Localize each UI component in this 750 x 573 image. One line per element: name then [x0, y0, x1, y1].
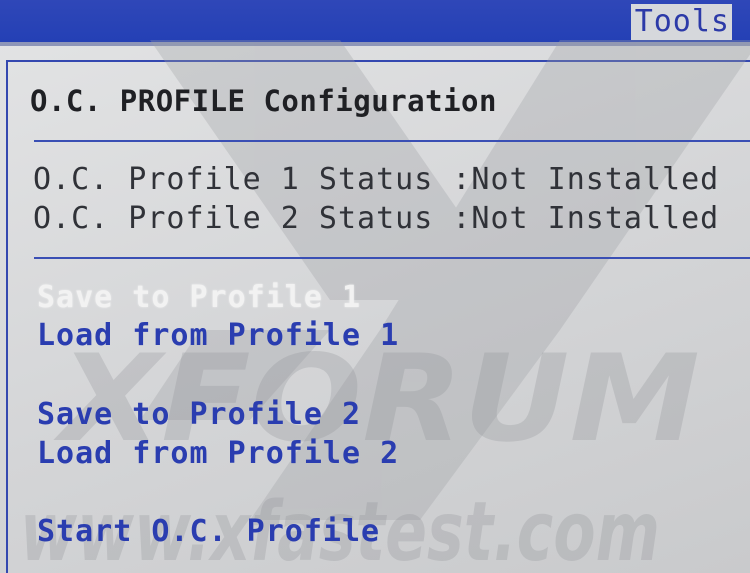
- section-divider: [34, 140, 750, 142]
- load-from-profile-2-item[interactable]: Load from Profile 2: [37, 436, 399, 471]
- tab-tools[interactable]: Tools: [630, 4, 732, 40]
- save-to-profile-2-item[interactable]: Save to Profile 2: [37, 397, 361, 432]
- profile-1-status: O.C. Profile 1 Status :Not Installed: [33, 162, 719, 197]
- bios-screen: Tools XFORUM www.xfastest.com O.C. PROFI…: [0, 0, 750, 573]
- save-to-profile-1-item[interactable]: Save to Profile 1: [37, 280, 361, 315]
- profile-2-status: O.C. Profile 2 Status :Not Installed: [33, 201, 719, 236]
- section-divider: [34, 257, 750, 259]
- status-label: O.C. Profile 1 Status: [33, 162, 434, 197]
- start-oc-profile-item[interactable]: Start O.C. Profile: [37, 514, 380, 549]
- content-frame: [6, 60, 750, 573]
- page-title: O.C. PROFILE Configuration: [30, 84, 497, 118]
- load-from-profile-1-item[interactable]: Load from Profile 1: [37, 318, 399, 353]
- status-value: :Not Installed: [452, 162, 720, 197]
- header-divider: [0, 42, 750, 46]
- status-label: O.C. Profile 2 Status: [33, 201, 434, 236]
- status-value: :Not Installed: [452, 201, 720, 236]
